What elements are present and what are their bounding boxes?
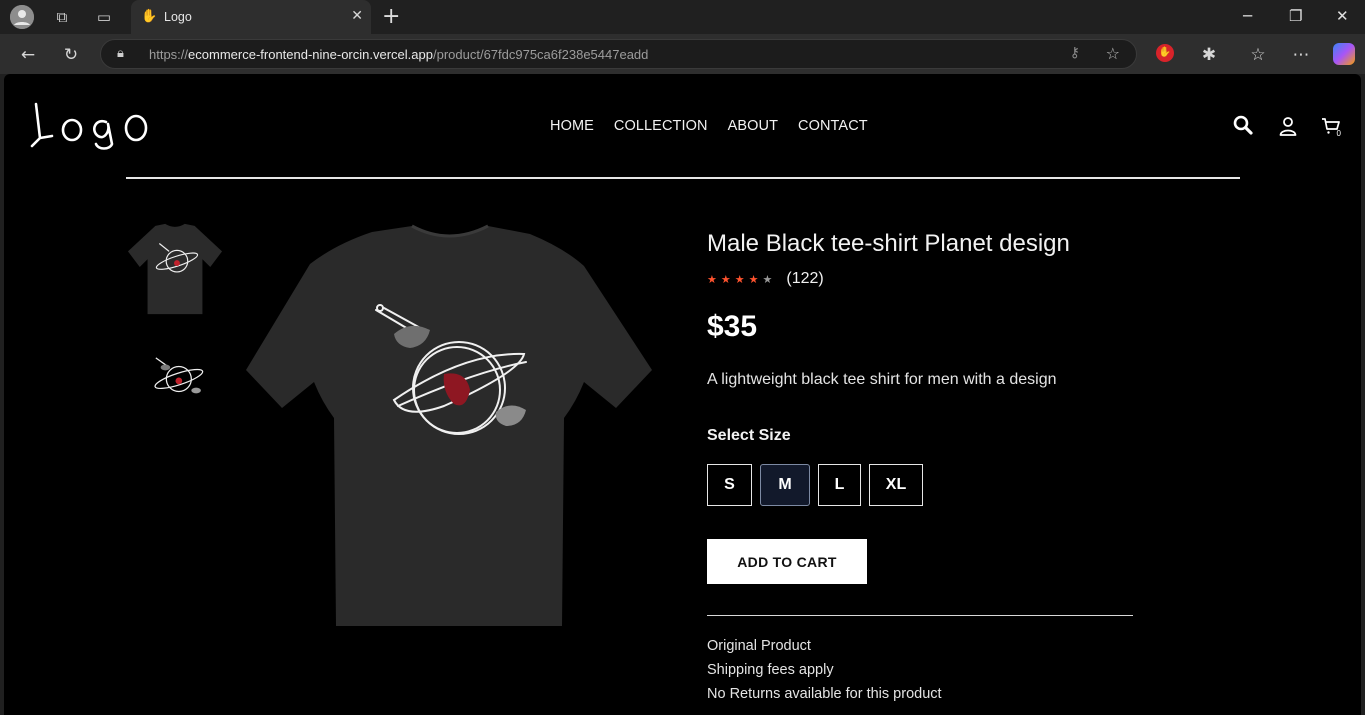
- ad-blocker-extension-icon[interactable]: ✋: [1156, 44, 1174, 62]
- size-option-xl[interactable]: XL: [869, 464, 923, 506]
- url-scheme: https://: [149, 47, 189, 62]
- extensions-icon[interactable]: ✱: [1196, 42, 1222, 68]
- header-divider: [126, 177, 1240, 179]
- lock-icon: 🔒︎: [117, 46, 124, 61]
- nav-collection[interactable]: COLLECTION: [614, 118, 708, 134]
- cart-count-badge: 0: [1337, 129, 1342, 138]
- more-menu-icon[interactable]: ⋯: [1288, 42, 1314, 68]
- back-icon[interactable]: ←: [15, 42, 41, 68]
- browser-tab-bar: ⧉ ▭ ✋ Logo ✕ + ─ ❐ ✕: [0, 0, 1365, 34]
- star-filled-icon: ★: [748, 272, 759, 286]
- star-empty-icon: ★: [762, 272, 773, 286]
- main-nav: HOME COLLECTION ABOUT CONTACT: [550, 118, 868, 134]
- restore-icon[interactable]: ❐: [1289, 7, 1302, 25]
- nav-home[interactable]: HOME: [550, 118, 594, 134]
- tab-actions-icon[interactable]: ▭: [92, 5, 116, 29]
- product-description: A lightweight black tee shirt for men wi…: [707, 371, 1057, 388]
- profile-avatar-icon[interactable]: [10, 5, 34, 29]
- product-rating: ★ ★ ★ ★ ★ (122): [707, 270, 824, 288]
- favorites-icon[interactable]: ☆: [1245, 42, 1271, 68]
- star-filled-icon: ★: [720, 272, 731, 286]
- browser-tab-active[interactable]: ✋ Logo ✕: [131, 0, 371, 34]
- minimize-icon[interactable]: ─: [1243, 7, 1252, 25]
- copilot-icon[interactable]: [1333, 43, 1355, 65]
- star-filled-icon: ★: [707, 272, 717, 286]
- search-icon[interactable]: [1231, 114, 1255, 138]
- tab-title: Logo: [164, 10, 192, 24]
- product-thumbnail-2[interactable]: [126, 354, 224, 402]
- url-path: /product/67fdc975ca6f238e5447eadd: [432, 47, 649, 62]
- product-price: $35: [707, 310, 758, 343]
- size-option-m[interactable]: M: [760, 464, 810, 506]
- new-tab-icon[interactable]: +: [382, 4, 400, 29]
- size-option-l[interactable]: L: [818, 464, 861, 506]
- window-close-icon[interactable]: ✕: [1336, 7, 1349, 25]
- add-to-cart-button[interactable]: ADD TO CART: [707, 539, 867, 584]
- product-main-image: [246, 224, 652, 626]
- tab-favicon-icon: ✋: [141, 9, 158, 24]
- workspaces-icon[interactable]: ⧉: [50, 5, 74, 29]
- site-logo[interactable]: [28, 100, 152, 150]
- select-size-label: Select Size: [707, 427, 791, 444]
- info-shipping-fees: Shipping fees apply: [707, 662, 834, 678]
- user-icon[interactable]: [1276, 114, 1300, 138]
- review-count: (122): [786, 270, 824, 287]
- url-text[interactable]: https://ecommerce-frontend-nine-orcin.ve…: [149, 47, 648, 62]
- product-title: Male Black tee-shirt Planet design: [707, 230, 1070, 257]
- size-options: S M L XL: [707, 464, 923, 506]
- address-bar[interactable]: 🔒︎ https://ecommerce-frontend-nine-orcin…: [100, 39, 1137, 69]
- info-original-product: Original Product: [707, 638, 811, 654]
- url-host: ecommerce-frontend-nine-orcin.vercel.app: [188, 47, 433, 62]
- info-no-returns: No Returns available for this product: [707, 686, 942, 702]
- size-option-s[interactable]: S: [707, 464, 752, 506]
- nav-about[interactable]: ABOUT: [728, 118, 778, 134]
- product-thumbnail-1[interactable]: [126, 220, 224, 318]
- refresh-icon[interactable]: ↻: [58, 42, 84, 68]
- nav-contact[interactable]: CONTACT: [798, 118, 868, 134]
- page-content: HOME COLLECTION ABOUT CONTACT 0 Male Bla…: [4, 74, 1361, 715]
- favorite-star-icon[interactable]: ☆: [1106, 44, 1120, 63]
- info-divider: [707, 615, 1133, 616]
- star-filled-icon: ★: [734, 272, 745, 286]
- password-key-icon[interactable]: ⚷: [1070, 45, 1080, 61]
- tab-close-icon[interactable]: ✕: [351, 8, 363, 24]
- cart-icon[interactable]: 0: [1320, 114, 1344, 138]
